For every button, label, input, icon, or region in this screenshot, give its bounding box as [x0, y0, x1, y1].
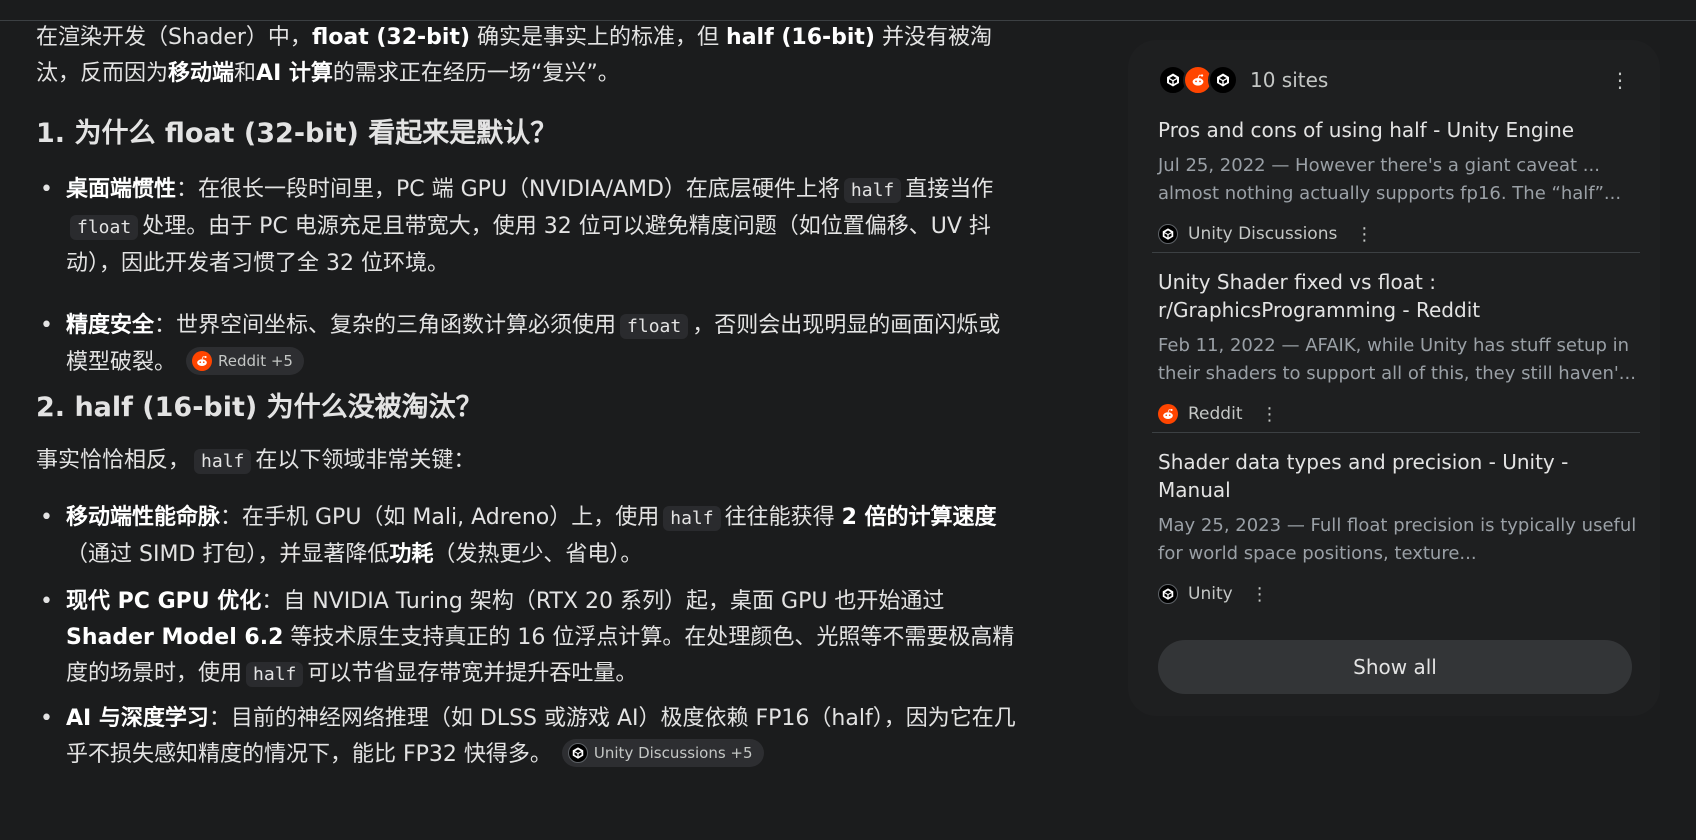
source-title[interactable]: Pros and cons of using half - Unity Engi…	[1158, 116, 1640, 144]
more-vert-icon[interactable]: ⋮	[1251, 584, 1269, 605]
bullet-precision-safety: • 精度安全：世界空间坐标、复杂的三角函数计算必须使用 float ，否则会出现明显…	[36, 308, 1016, 381]
source-favicons	[1158, 62, 1246, 98]
text-run: 确实是事实上的标准，但	[470, 25, 727, 50]
unity-icon	[1208, 65, 1238, 95]
text-run: 的需求正在经历一场“复兴”。	[332, 61, 620, 86]
bold-text: half (16-bit)	[726, 25, 875, 50]
inline-code: float	[70, 215, 139, 240]
inline-code: float	[620, 314, 689, 339]
source-site-name: Reddit	[1188, 404, 1243, 424]
source-divider	[1152, 432, 1640, 433]
text-run: （发热更少、省电）。	[433, 542, 643, 567]
text-run: ：目前的神经网络推理（如 DLSS 或游戏 AI）极度依赖 FP16（half）…	[66, 706, 1016, 767]
source-title[interactable]: Unity Shader fixed vs float : r/Graphics…	[1158, 268, 1640, 324]
bullet-dot: •	[40, 177, 53, 202]
sites-count: 10 sites	[1250, 68, 1329, 92]
bullet-dot: •	[40, 505, 53, 530]
text-run: ：自 NVIDIA Turing 架构（RTX 20 系列）起，桌面 GPU 也…	[261, 589, 945, 614]
text-run: 往往能获得	[724, 505, 842, 530]
bold-text: 现代 PC GPU 优化	[66, 589, 262, 614]
bold-text: 移动端	[168, 61, 235, 86]
citation-chip-label: Unity Discussions +5	[593, 744, 753, 762]
bullet-text: 精度安全：世界空间坐标、复杂的三角函数计算必须使用 float ，否则会出现明显的画…	[66, 308, 1016, 381]
section2-lead: 事实恰恰相反， half 在以下领域非常关键：	[36, 443, 475, 480]
inline-code: half	[194, 449, 252, 474]
source-site-name: Unity Discussions	[1188, 224, 1338, 244]
bullet-dot: •	[40, 313, 53, 338]
text-run: 事实恰恰相反，	[36, 448, 191, 473]
source-site: Unity ⋮	[1158, 580, 1640, 608]
text-run: ：在很长一段时间里，PC 端 GPU（NVIDIA/AMD）在底层硬件上将	[176, 177, 840, 202]
source-site: Reddit ⋮	[1158, 400, 1640, 428]
sources-header[interactable]: 10 sites	[1158, 62, 1328, 98]
source-divider	[1152, 252, 1640, 253]
inline-code: half	[663, 506, 721, 531]
bold-text: 精度安全	[66, 313, 155, 338]
bullet-text: 移动端性能命脉：在手机 GPU（如 Mali, Adreno）上，使用 half 往…	[66, 500, 1016, 573]
source-card-3[interactable]: Shader data types and precision - Unity …	[1158, 448, 1640, 608]
reddit-icon	[1158, 404, 1178, 424]
bullet-dot: •	[40, 706, 53, 731]
bold-text: 移动端性能命脉	[66, 505, 221, 530]
source-snippet: Jul 25, 2022 — However there's a giant c…	[1158, 155, 1622, 204]
unity-icon	[1158, 584, 1178, 604]
source-site: Unity Discussions ⋮	[1158, 220, 1640, 248]
bullet-desktop-inertia: • 桌面端惯性：在很长一段时间里，PC 端 GPU（NVIDIA/AMD）在底层…	[36, 172, 1016, 282]
source-title[interactable]: Shader data types and precision - Unity …	[1158, 448, 1640, 504]
bullet-text: 桌面端惯性：在很长一段时间里，PC 端 GPU（NVIDIA/AMD）在底层硬件…	[66, 172, 1016, 282]
bullet-mobile-performance: • 移动端性能命脉：在手机 GPU（如 Mali, Adreno）上，使用 hal…	[36, 500, 1016, 573]
text-run: 可以节省显存带宽并提升吞吐量。	[307, 661, 638, 686]
bullet-text: AI 与深度学习：目前的神经网络推理（如 DLSS 或游戏 AI）极度依赖 FP…	[66, 701, 1016, 773]
citation-chip[interactable]: Unity Discussions +5	[561, 739, 764, 767]
more-vert-icon[interactable]: ⋮	[1260, 404, 1278, 425]
bold-text: float (32-bit)	[311, 25, 471, 50]
section-heading-2: 2. half (16-bit) 为什么没被淘汰？	[36, 392, 483, 423]
text-run: 在渲染开发（Shader）中，	[36, 25, 312, 50]
text-run: ：世界空间坐标、复杂的三角函数计算必须使用	[154, 313, 617, 338]
bullet-dot: •	[40, 589, 53, 614]
bullet-text: 现代 PC GPU 优化：自 NVIDIA Turing 架构（RTX 20 系…	[66, 584, 1016, 693]
more-vert-icon[interactable]: ⋮	[1355, 224, 1373, 245]
bullet-modern-pc-gpu: • 现代 PC GPU 优化：自 NVIDIA Turing 架构（RTX 20…	[36, 584, 1016, 693]
text-run: 在以下领域非常关键：	[255, 448, 476, 473]
source-card-1[interactable]: Pros and cons of using half - Unity Engi…	[1158, 116, 1640, 248]
text-run: （通过 SIMD 打包），并显著降低	[66, 542, 390, 567]
inline-code: half	[246, 662, 304, 687]
text-run: ：在手机 GPU（如 Mali, Adreno）上，使用	[220, 505, 660, 530]
source-snippet: Feb 11, 2022 — AFAIK, while Unity has st…	[1158, 335, 1636, 384]
bold-text: AI 计算	[256, 61, 333, 86]
source-snippet: May 25, 2023 — Full float precision is t…	[1158, 515, 1637, 564]
citation-chip-label: Reddit +5	[218, 352, 293, 370]
bold-text: 2 倍的计算速度	[841, 505, 997, 530]
bold-text: Shader Model 6.2	[66, 625, 284, 650]
citation-chip[interactable]: Reddit +5	[186, 347, 304, 375]
source-site-name: Unity	[1188, 584, 1233, 604]
text-run: 处理。由于 PC 电源充足且带宽大，使用 32 位可以避免精度问题（如位置偏移、…	[66, 214, 991, 276]
inline-code: half	[843, 178, 902, 203]
bold-text: 桌面端惯性	[66, 177, 177, 202]
show-all-button[interactable]: Show all	[1158, 640, 1632, 694]
bullet-ai-deep-learning: • AI 与深度学习：目前的神经网络推理（如 DLSS 或游戏 AI）极度依赖 …	[36, 701, 1016, 773]
sources-panel: 10 sites ⋮ Pros and cons of using half -…	[1128, 40, 1660, 716]
unity-icon	[567, 743, 588, 763]
unity-icon	[1158, 224, 1178, 244]
more-vert-icon[interactable]: ⋮	[1610, 70, 1630, 90]
source-card-2[interactable]: Unity Shader fixed vs float : r/Graphics…	[1158, 268, 1640, 428]
text-run: 直接当作	[905, 177, 994, 202]
section-heading-1: 1. 为什么 float (32-bit) 看起来是默认？	[36, 118, 558, 149]
bold-text: AI 与深度学习	[66, 706, 209, 731]
reddit-icon	[192, 351, 213, 371]
intro-paragraph: 在渲染开发（Shader）中，float (32-bit) 确实是事实上的标准，…	[36, 20, 1016, 92]
bold-text: 功耗	[389, 542, 434, 567]
text-run: 和	[234, 61, 257, 86]
